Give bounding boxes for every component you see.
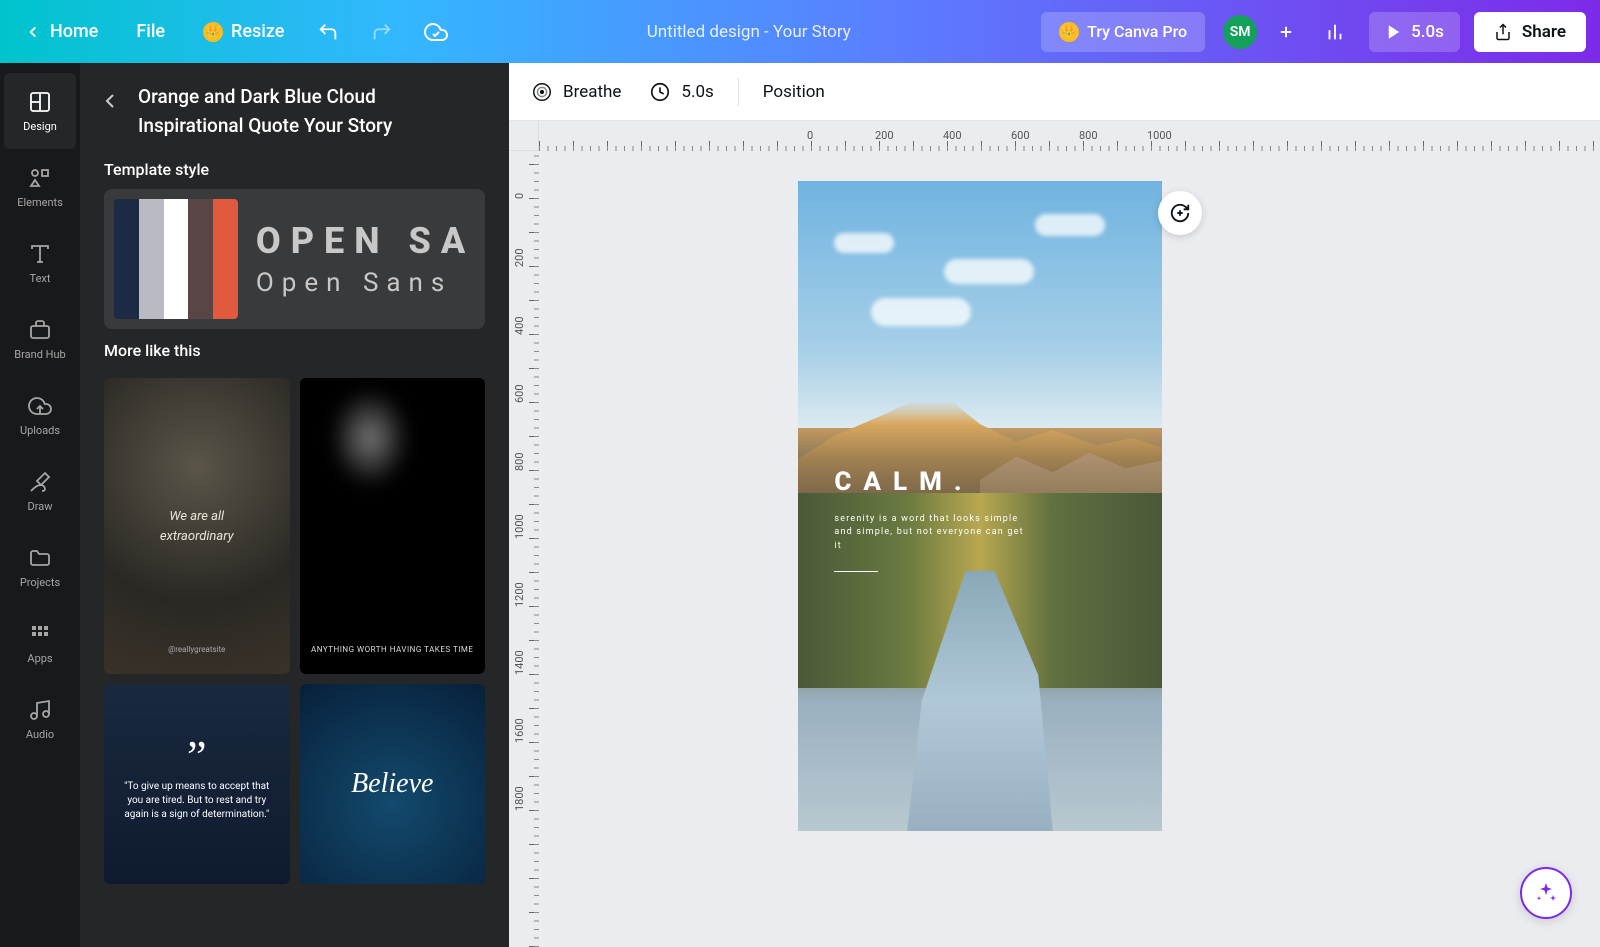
add-collaborator-button[interactable]	[1271, 17, 1301, 47]
position-button[interactable]: Position	[759, 76, 829, 108]
present-button[interactable]: 5.0s	[1369, 12, 1460, 52]
clock-icon	[649, 81, 671, 103]
assistant-fab[interactable]	[1520, 867, 1572, 919]
sidebar-item-projects[interactable]: Projects	[4, 529, 76, 605]
template-card[interactable]: ANYTHING WORTH HAVING TAKES TIME	[300, 378, 486, 674]
font-display: OPEN SA	[256, 220, 475, 262]
duration-button[interactable]: 5.0s	[645, 75, 717, 109]
try-pro-button[interactable]: 👑 Try Canva Pro	[1041, 12, 1205, 52]
regenerate-button[interactable]	[1158, 191, 1202, 235]
home-button[interactable]: Home	[14, 15, 108, 48]
chevron-left-icon	[24, 23, 42, 41]
template-card[interactable]: ” "To give up means to accept that you a…	[104, 684, 290, 884]
animation-button[interactable]: Breathe	[527, 75, 625, 109]
color-swatches	[114, 199, 238, 319]
sidebar-item-draw[interactable]: Draw	[4, 453, 76, 529]
upload-icon	[1494, 23, 1512, 41]
swatch	[213, 199, 238, 319]
template-icon	[28, 90, 52, 114]
draw-icon	[28, 470, 52, 494]
template-style-label: Template style	[80, 148, 509, 189]
template-title: Orange and Dark Blue Cloud Inspirational…	[138, 83, 485, 140]
plus-icon	[1277, 23, 1295, 41]
top-bar: Home File 👑 Resize 👑 Try Canva Pro SM 5.…	[0, 0, 1600, 63]
editor-toolbar: Breathe 5.0s Position	[509, 63, 1600, 121]
share-button[interactable]: Share	[1474, 12, 1586, 52]
font-name: Open Sans	[256, 268, 475, 298]
template-style-card[interactable]: OPEN SA Open Sans	[104, 189, 485, 329]
sidebar-item-text[interactable]: Text	[4, 225, 76, 301]
play-icon	[1385, 23, 1403, 41]
file-menu[interactable]: File	[122, 15, 179, 48]
shapes-icon	[28, 166, 52, 190]
sidebar-item-design[interactable]: Design	[4, 73, 76, 149]
chevron-left-icon	[98, 89, 122, 113]
cloud-check-icon	[424, 20, 448, 44]
cloud-sync-button[interactable]	[416, 12, 456, 52]
home-label: Home	[50, 21, 98, 42]
swatch	[114, 199, 139, 319]
template-card[interactable]: We are allextraordinary @reallygreatsite	[104, 378, 290, 674]
sidebar-item-uploads[interactable]: Uploads	[4, 377, 76, 453]
swatch	[188, 199, 213, 319]
back-button[interactable]	[98, 89, 122, 113]
side-panel: Orange and Dark Blue Cloud Inspirational…	[80, 63, 509, 947]
refresh-plus-icon	[1169, 202, 1191, 224]
text-icon	[28, 242, 52, 266]
analytics-button[interactable]	[1315, 12, 1355, 52]
ruler-vertical: 0 200 400 600 800 1000 1200 1400 1600 18…	[509, 151, 539, 947]
crown-icon: 👑	[203, 22, 223, 42]
sparkle-icon	[1534, 881, 1558, 905]
brand-icon	[28, 318, 52, 342]
canvas-area: 0 200 400 600 800 1000 0 200 400 600 800…	[509, 121, 1600, 947]
sidebar-item-brand[interactable]: Brand Hub	[4, 301, 76, 377]
crown-icon: 👑	[1059, 22, 1079, 42]
canvas-subtitle-text[interactable]: serenity is a word that looks simple and…	[834, 513, 1034, 554]
folder-icon	[28, 546, 52, 570]
sidebar-item-audio[interactable]: Audio	[4, 681, 76, 757]
undo-icon	[317, 21, 339, 43]
swatch	[139, 199, 164, 319]
resize-button[interactable]: 👑 Resize	[193, 15, 294, 48]
music-icon	[28, 698, 52, 722]
canvas-title-text[interactable]: CALM.	[834, 467, 973, 497]
swatch	[164, 199, 189, 319]
redo-button[interactable]	[362, 12, 402, 52]
avatar[interactable]: SM	[1223, 15, 1257, 49]
redo-icon	[371, 21, 393, 43]
bar-chart-icon	[1324, 21, 1346, 43]
sidebar-item-apps[interactable]: Apps	[4, 605, 76, 681]
more-like-this-label: More like this	[80, 329, 509, 370]
undo-button[interactable]	[308, 12, 348, 52]
design-canvas[interactable]: CALM. serenity is a word that looks simp…	[798, 181, 1162, 831]
sidebar-rail: Design Elements Text Brand Hub Uploads D…	[0, 63, 80, 947]
animation-icon	[531, 81, 553, 103]
cloud-upload-icon	[28, 394, 52, 418]
grid-icon	[28, 622, 52, 646]
ruler-horizontal: 0 200 400 600 800 1000	[539, 121, 1600, 151]
template-card[interactable]: Believe	[300, 684, 486, 884]
sidebar-item-elements[interactable]: Elements	[4, 149, 76, 225]
design-title-input[interactable]	[609, 22, 889, 42]
ruler-corner	[509, 121, 539, 151]
